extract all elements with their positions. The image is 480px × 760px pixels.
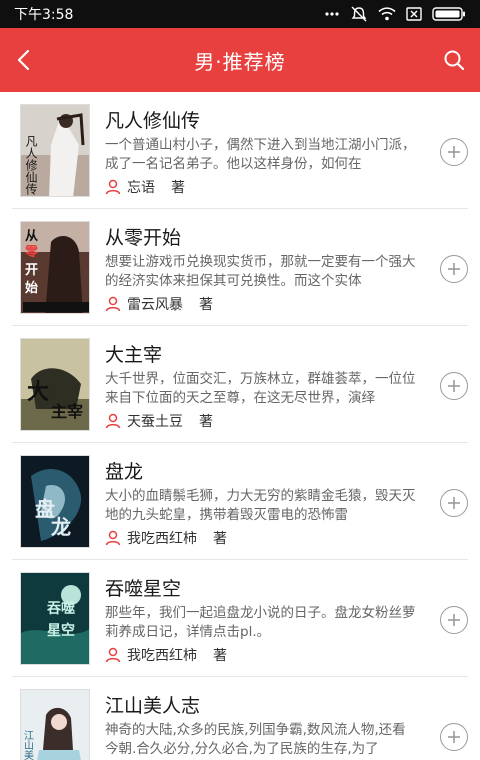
author-name: 雷云风暴 <box>127 297 183 313</box>
svg-text:主宰: 主宰 <box>51 402 83 421</box>
svg-text:凡人修仙传: 凡人修仙传 <box>24 135 38 195</box>
book-description: 大小的血睛鬃毛狮，力大无穷的紫睛金毛猿，毁天灭地的九头蛇皇，携带着毁灭雷电的恐怖… <box>105 488 416 523</box>
book-description: 想要让游戏币兑换现实货币，那就一定要有一个强大的经济实体来担保其可兑换性。而这个… <box>105 254 416 289</box>
book-item[interactable]: 大 主宰 大主宰 大千世界，位面交汇，万族林立，群雄荟萃，一位位来自下位面的天之… <box>0 326 480 443</box>
add-to-shelf-button[interactable] <box>440 606 468 634</box>
svg-text:龙: 龙 <box>51 515 71 539</box>
chevron-left-icon <box>17 49 30 71</box>
book-meta: 忘语 著 <box>105 177 185 197</box>
plus-icon <box>448 731 460 743</box>
book-item[interactable]: 从 零 开 始 从零开始 想要让游戏币兑换现实货币，那就一定要有一个强大的经济实… <box>0 209 480 326</box>
book-title: 从零开始 <box>105 227 182 249</box>
back-button[interactable] <box>6 42 42 78</box>
add-to-shelf-button[interactable] <box>440 489 468 517</box>
plus-icon <box>448 380 460 392</box>
book-item[interactable]: 吞噬 星空 吞噬星空 那些年，我们一起追盘龙小说的日子。盘龙女粉丝萝莉养成日记，… <box>0 560 480 677</box>
book-description: 那些年，我们一起追盘龙小说的日子。盘龙女粉丝萝莉养成日记，详情点击pl.。 <box>105 605 416 640</box>
add-to-shelf-button[interactable] <box>440 138 468 166</box>
author-name: 我吃西红柿 <box>127 648 197 664</box>
author-icon <box>105 179 121 195</box>
book-meta: 天蚕土豆 著 <box>105 411 213 431</box>
book-description: 大千世界，位面交汇，万族林立，群雄荟萃，一位位来自下位面的天之至尊，在这无尽世界… <box>105 371 416 406</box>
book-title: 吞噬星空 <box>105 578 182 600</box>
author-suffix: 著 <box>213 648 227 664</box>
author-name: 天蚕土豆 <box>127 414 183 430</box>
status-time: 下午3:58 <box>14 7 74 23</box>
status-bar: 下午3:58 <box>0 0 480 28</box>
book-title: 盘龙 <box>105 461 144 483</box>
book-cover: 盘 龙 <box>20 455 90 548</box>
book-item[interactable]: 盘 龙 盘龙 大小的血睛鬃毛狮，力大无穷的紫睛金毛猿，毁天灭地的九头蛇皇，携带着… <box>0 443 480 560</box>
mute-icon <box>350 6 368 22</box>
svg-text:开: 开 <box>25 263 38 278</box>
svg-text:零: 零 <box>24 245 39 260</box>
book-cover: 从 零 开 始 <box>20 221 90 314</box>
sim-x-icon <box>406 7 422 21</box>
book-description: 神奇的大陆,众多的民族,列国争霸,数风流人物,还看今朝.合久必分,分久必合,为了… <box>105 722 406 757</box>
search-icon <box>444 50 465 71</box>
book-item[interactable]: 江山美人 江山美人志 神奇的大陆,众多的民族,列国争霸,数风流人物,还看今朝.合… <box>0 677 480 760</box>
add-to-shelf-button[interactable] <box>440 255 468 283</box>
status-icons <box>324 6 466 22</box>
author-icon <box>105 413 121 429</box>
svg-text:江山美人: 江山美人 <box>22 730 34 760</box>
book-cover: 大 主宰 <box>20 338 90 431</box>
author-name: 我吃西红柿 <box>127 531 197 547</box>
svg-text:吞噬: 吞噬 <box>47 600 75 617</box>
book-list: 凡人修仙传 凡人修仙传 一个普通山村小子，偶然下进入到当地江湖小门派，成了一名记… <box>0 92 480 760</box>
author-name: 忘语 <box>127 180 155 196</box>
book-title: 江山美人志 <box>105 695 201 717</box>
book-meta: 我吃西红柿 著 <box>105 645 227 665</box>
add-to-shelf-button[interactable] <box>440 723 468 751</box>
book-item[interactable]: 凡人修仙传 凡人修仙传 一个普通山村小子，偶然下进入到当地江湖小门派，成了一名记… <box>0 92 480 209</box>
book-meta: 雷云风暴 著 <box>105 294 213 314</box>
plus-icon <box>448 146 460 158</box>
author-icon <box>105 530 121 546</box>
plus-icon <box>448 497 460 509</box>
svg-text:始: 始 <box>25 280 38 296</box>
more-dots-icon <box>324 11 340 17</box>
author-suffix: 著 <box>199 414 213 430</box>
nav-bar: 男·推荐榜 <box>0 28 480 92</box>
wifi-icon <box>378 7 396 21</box>
book-title: 凡人修仙传 <box>105 110 201 132</box>
svg-text:从: 从 <box>25 229 38 244</box>
book-meta: 我吃西红柿 著 <box>105 528 227 548</box>
author-suffix: 著 <box>213 531 227 547</box>
author-icon <box>105 647 121 663</box>
page-title: 男·推荐榜 <box>194 49 286 74</box>
book-cover: 凡人修仙传 <box>20 104 90 197</box>
author-icon <box>105 296 121 312</box>
book-cover: 江山美人 <box>20 689 90 760</box>
author-suffix: 著 <box>199 297 213 313</box>
svg-text:星空: 星空 <box>47 622 75 639</box>
plus-icon <box>448 263 460 275</box>
svg-text:大: 大 <box>27 379 49 405</box>
book-description: 一个普通山村小子，偶然下进入到当地江湖小门派，成了一名记名弟子。他以这样身份，如… <box>105 137 416 172</box>
search-button[interactable] <box>436 42 472 78</box>
author-suffix: 著 <box>171 180 185 196</box>
plus-icon <box>448 614 460 626</box>
book-cover: 吞噬 星空 <box>20 572 90 665</box>
add-to-shelf-button[interactable] <box>440 372 468 400</box>
battery-icon <box>432 7 466 21</box>
book-title: 大主宰 <box>105 344 163 366</box>
